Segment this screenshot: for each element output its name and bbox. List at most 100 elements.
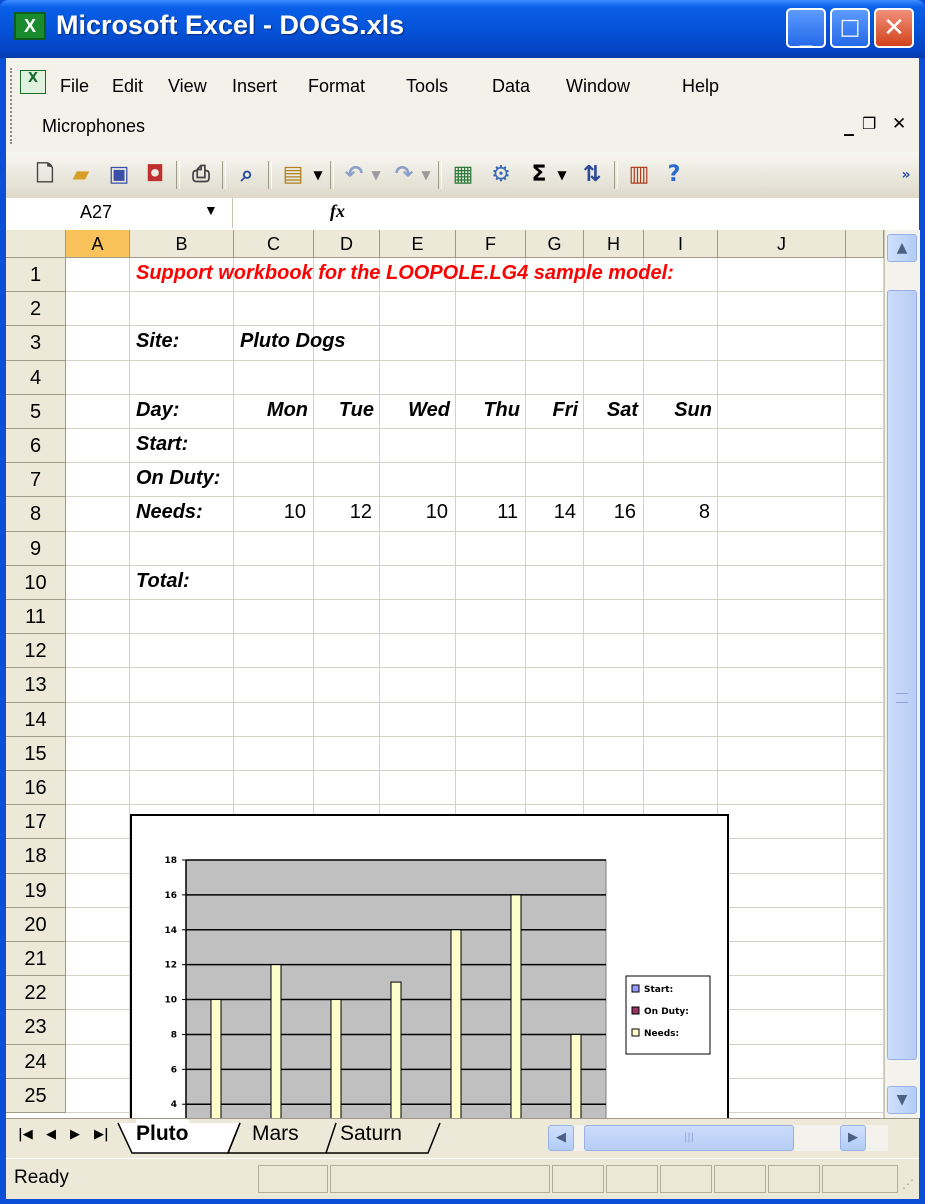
row-header-21[interactable]: 21 (6, 942, 66, 977)
cell-f5[interactable]: Thu (456, 399, 520, 422)
tab-saturn[interactable]: Saturn (340, 1119, 402, 1151)
cell-b5[interactable]: Day: (136, 399, 179, 422)
cell-c3[interactable]: Pluto Dogs (240, 330, 346, 353)
title-bar[interactable]: X Microsoft Excel - DOGS.xls _ □ ✕ (0, 0, 925, 58)
chart-wizard-icon[interactable]: ▥ (624, 160, 654, 190)
row-header-14[interactable]: 14 (6, 702, 66, 737)
cell-g5[interactable]: Fri (526, 399, 578, 422)
column-header-b[interactable]: B (130, 230, 234, 258)
cell-h8[interactable]: 16 (584, 501, 636, 524)
cell-c8[interactable]: 10 (234, 501, 306, 524)
redo-dropdown-icon[interactable]: ▼ (418, 160, 434, 190)
menu-window[interactable]: Window (566, 76, 630, 97)
toolbar-options-icon[interactable]: » (898, 160, 914, 190)
scroll-right-button[interactable]: ▶ (840, 1125, 866, 1151)
paste-icon[interactable]: ▤ (278, 160, 308, 190)
sort-ascending-icon[interactable]: ⇅ (578, 160, 606, 190)
name-box-dropdown-icon[interactable]: ▼ (204, 202, 218, 218)
row-header-16[interactable]: 16 (6, 771, 66, 806)
menu-file[interactable]: File (60, 76, 89, 97)
column-header-f[interactable]: F (456, 230, 526, 258)
row-header-25[interactable]: 25 (6, 1078, 66, 1113)
insert-hyperlink-icon[interactable]: ▦ (448, 160, 478, 190)
column-header-i[interactable]: I (644, 230, 718, 258)
row-header-18[interactable]: 18 (6, 839, 66, 874)
row-header-23[interactable]: 23 (6, 1010, 66, 1045)
row-header-9[interactable]: 9 (6, 531, 66, 566)
row-header-6[interactable]: 6 (6, 429, 66, 464)
autosum-icon[interactable]: Σ (526, 160, 552, 190)
cell-f8[interactable]: 11 (456, 501, 518, 524)
new-icon[interactable]: 🗋 (32, 160, 58, 190)
horizontal-scrollbar[interactable]: ◀ ||| ▶ (548, 1125, 888, 1151)
redo-icon[interactable]: ↷ (390, 160, 418, 190)
menu-data[interactable]: Data (492, 76, 530, 97)
worksheet-grid[interactable]: A B C D E F G H I J 1 2 3 4 5 6 7 8 9 10 11 12 13 14 15 16 17 18 19 2… (6, 230, 884, 1118)
cell-d8[interactable]: 12 (314, 501, 372, 524)
column-header-d[interactable]: D (314, 230, 380, 258)
row-header-15[interactable]: 15 (6, 736, 66, 771)
tab-mars[interactable]: Mars (252, 1119, 299, 1151)
lingo-icon[interactable]: ⚙ (486, 160, 516, 190)
cell-c5[interactable]: Mon (234, 399, 308, 422)
row-header-2[interactable]: 2 (6, 292, 66, 327)
workbook-icon[interactable]: X (20, 70, 46, 94)
undo-dropdown-icon[interactable]: ▼ (368, 160, 384, 190)
scroll-left-button[interactable]: ◀ (548, 1125, 574, 1151)
menu-tools[interactable]: Tools (406, 76, 448, 97)
row-header-12[interactable]: 12 (6, 634, 66, 669)
cell-b7[interactable]: On Duty: (136, 467, 220, 490)
formula-input[interactable] (358, 200, 918, 226)
insert-function-icon[interactable]: fx (330, 201, 345, 222)
scroll-up-button[interactable]: ▲ (887, 234, 917, 262)
row-header-24[interactable]: 24 (6, 1044, 66, 1079)
prev-sheet-icon[interactable]: ◀ (46, 1127, 56, 1142)
vertical-scroll-thumb[interactable] (887, 290, 917, 1060)
row-header-11[interactable]: 11 (6, 600, 66, 635)
cell-b1[interactable]: Support workbook for the LOOPOLE.LG4 sam… (136, 262, 674, 285)
cell-b10[interactable]: Total: (136, 570, 190, 593)
research-icon[interactable]: ⌕ (232, 160, 262, 190)
save-icon[interactable]: ▣ (104, 160, 134, 190)
cell-i8[interactable]: 8 (644, 501, 710, 524)
microphones-item[interactable]: Microphones (42, 116, 145, 137)
row-header-3[interactable]: 3 (6, 326, 66, 361)
cell-b3[interactable]: Site: (136, 330, 179, 353)
horizontal-scroll-thumb[interactable]: ||| (584, 1125, 794, 1151)
row-header-1[interactable]: 1 (6, 258, 66, 293)
row-header-22[interactable]: 22 (6, 976, 66, 1011)
resize-grip-icon[interactable]: ⋰ (902, 1177, 914, 1191)
row-header-8[interactable]: 8 (6, 497, 66, 532)
grip-handle[interactable] (10, 68, 16, 144)
column-header-j[interactable]: J (718, 230, 846, 258)
last-sheet-icon[interactable]: ▶| (94, 1127, 109, 1142)
open-icon[interactable]: ▰ (66, 160, 96, 190)
first-sheet-icon[interactable]: |◀ (18, 1127, 33, 1142)
vertical-scrollbar[interactable]: ▲ ▼ (884, 230, 920, 1118)
menu-format[interactable]: Format (308, 76, 365, 97)
column-header-e[interactable]: E (380, 230, 456, 258)
doc-minimize-icon[interactable]: _ (844, 112, 854, 136)
cell-e5[interactable]: Wed (380, 399, 450, 422)
cell-g8[interactable]: 14 (526, 501, 576, 524)
close-button[interactable]: ✕ (874, 8, 914, 48)
row-header-13[interactable]: 13 (6, 668, 66, 703)
cell-d5[interactable]: Tue (314, 399, 374, 422)
menu-edit[interactable]: Edit (112, 76, 143, 97)
help-icon[interactable]: ? (660, 160, 688, 190)
column-header-g[interactable]: G (526, 230, 584, 258)
cell-i5[interactable]: Sun (644, 399, 712, 422)
autosum-dropdown-icon[interactable]: ▼ (554, 160, 570, 190)
excel-icon[interactable]: X (14, 12, 46, 40)
doc-close-icon[interactable]: ✕ (892, 114, 906, 134)
name-box[interactable]: A27 ▼ (6, 200, 232, 226)
select-all-corner[interactable] (6, 230, 66, 258)
row-header-10[interactable]: 10 (6, 565, 66, 600)
cell-b8[interactable]: Needs: (136, 501, 203, 524)
next-sheet-icon[interactable]: ▶ (70, 1127, 80, 1142)
row-header-17[interactable]: 17 (6, 805, 66, 840)
undo-icon[interactable]: ↶ (340, 160, 368, 190)
tab-pluto[interactable]: Pluto (136, 1119, 189, 1151)
cell-b6[interactable]: Start: (136, 433, 188, 456)
paste-dropdown-icon[interactable]: ▼ (310, 160, 326, 190)
